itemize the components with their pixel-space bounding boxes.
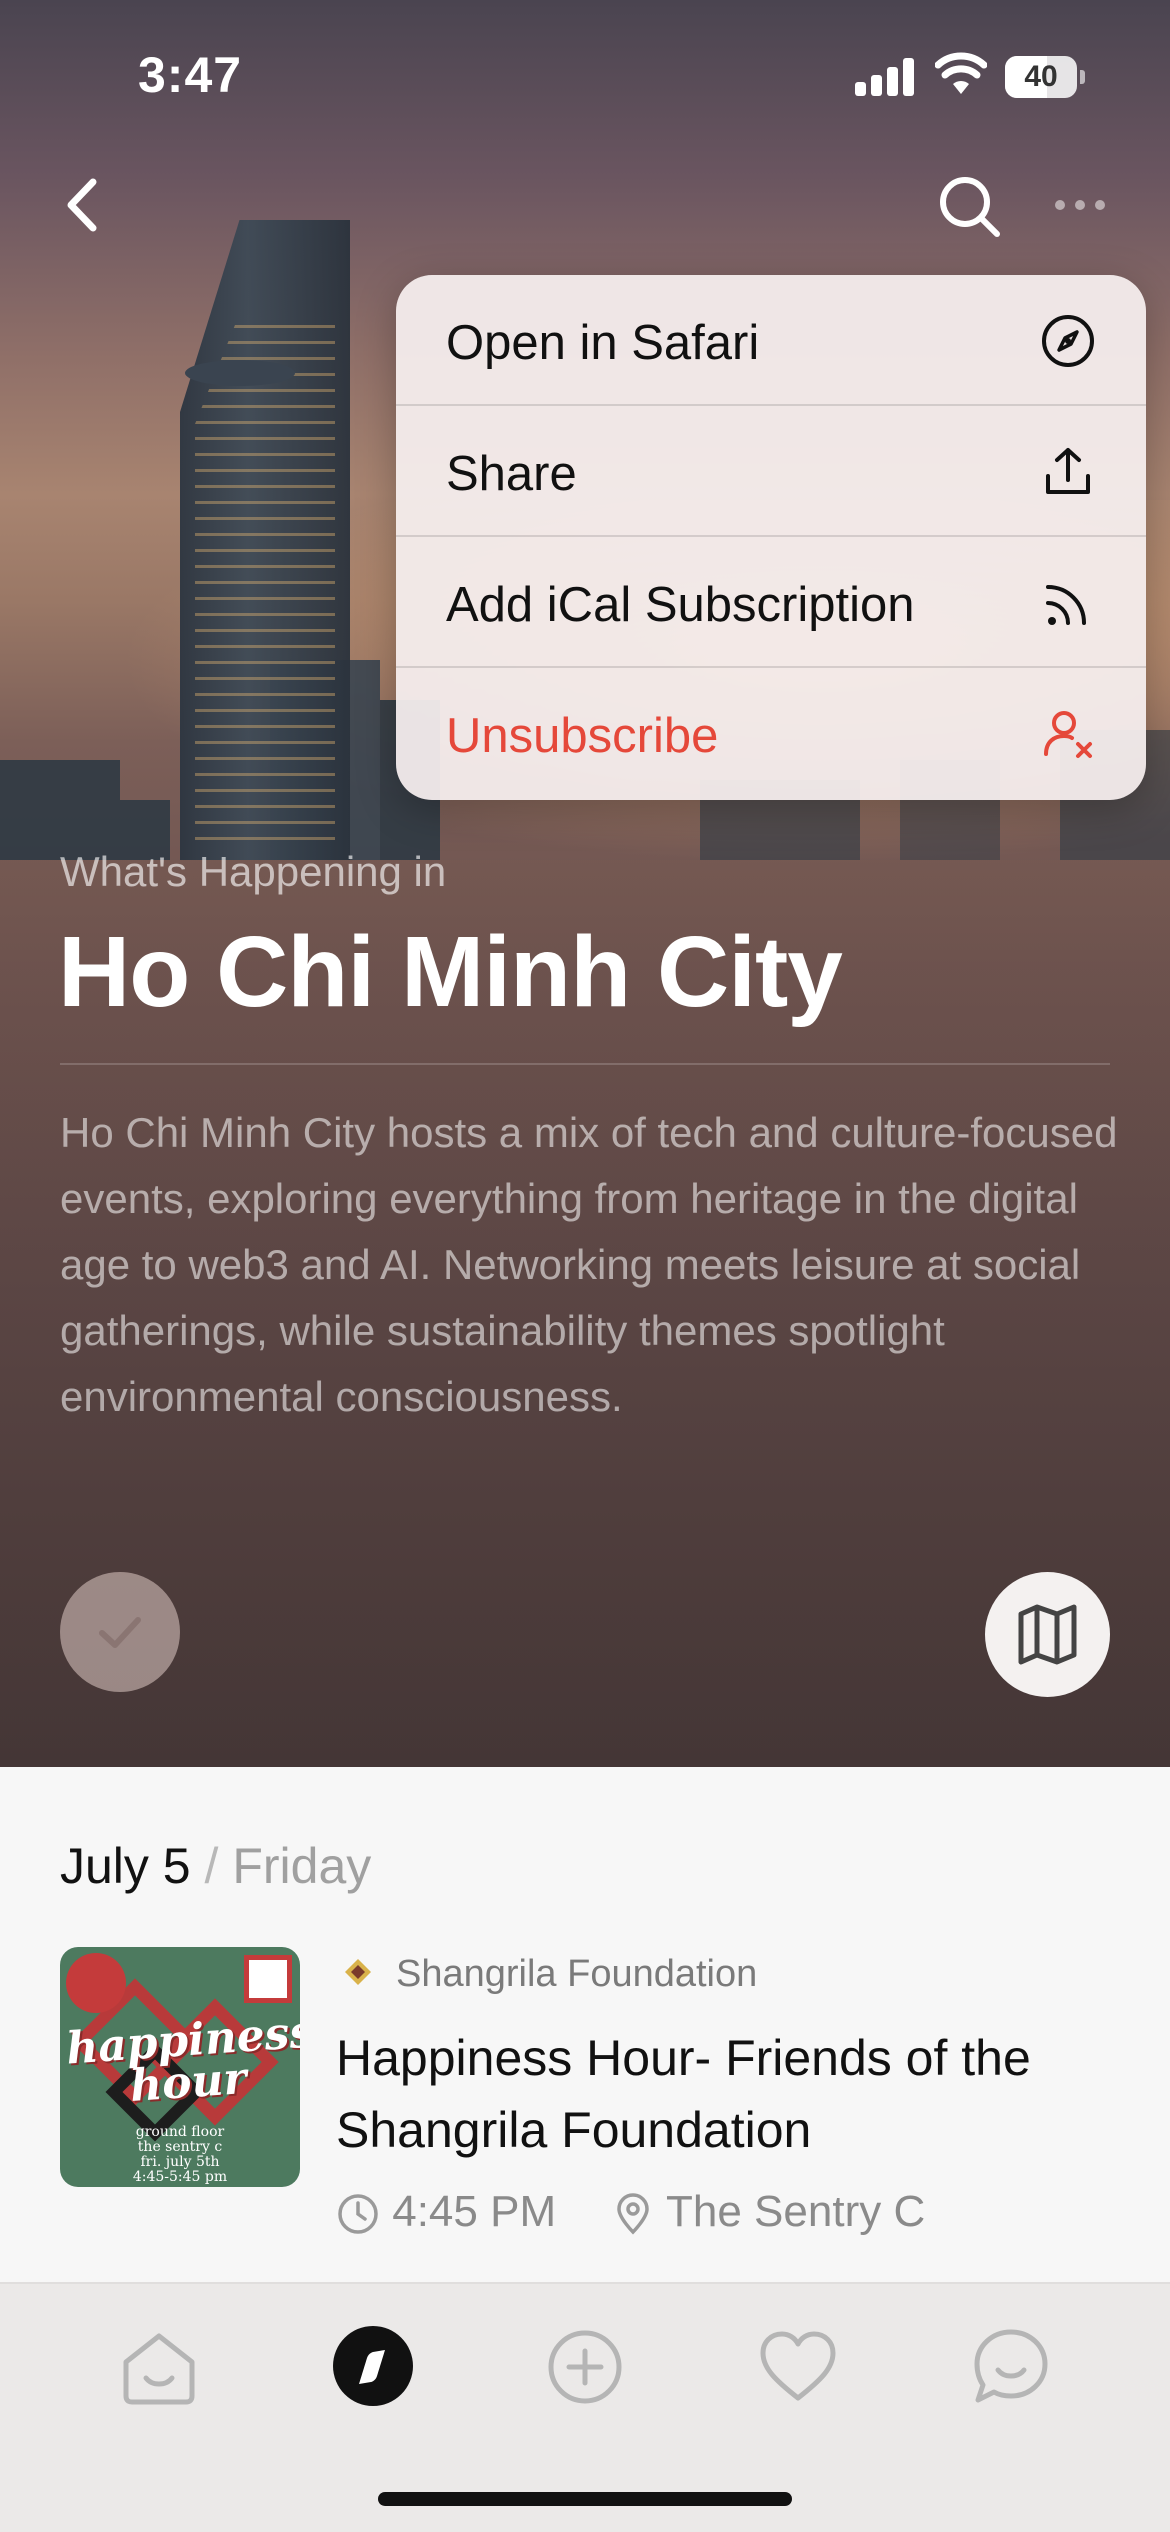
divider: [60, 1063, 1110, 1065]
battery-icon: 40: [1005, 56, 1085, 98]
page-title: Ho Chi Minh City: [58, 916, 843, 1028]
building: [0, 760, 120, 860]
helipad: [185, 360, 295, 386]
search-icon[interactable]: [935, 170, 1005, 240]
event-thumbnail: happiness hour ground floor the sentry c…: [60, 1947, 300, 2187]
city-description: Ho Chi Minh City hosts a mix of tech and…: [60, 1109, 1118, 1420]
weekday-label: Friday: [232, 1838, 372, 1894]
skyscraper-windows: [195, 320, 335, 840]
back-chevron-icon[interactable]: [55, 170, 115, 240]
menu-item-label: Unsubscribe: [446, 709, 719, 763]
date-heading: July 5 / Friday: [60, 1837, 371, 1895]
event-location: The Sentry C: [666, 2187, 926, 2236]
thumbnail-caption: 4:45-5:45 pm: [132, 2169, 228, 2185]
thumbnail-caption: ground floor: [135, 2124, 225, 2140]
event-card[interactable]: happiness hour ground floor the sentry c…: [60, 1947, 1140, 2247]
status-bar: 3:47 40: [0, 0, 1170, 150]
menu-item-add-ical-subscription[interactable]: Add iCal Subscription: [396, 537, 1146, 668]
share-icon: [1046, 448, 1090, 494]
heart-tab-icon[interactable]: [755, 2324, 841, 2410]
event-time: 4:45 PM: [392, 2187, 557, 2236]
add-tab-icon[interactable]: [542, 2324, 628, 2410]
subscribed-button[interactable]: [60, 1572, 180, 1692]
organizer-logo-icon: [345, 1959, 371, 1985]
foundation-logo-icon: [66, 1953, 126, 2013]
menu-item-share[interactable]: Share: [396, 406, 1146, 537]
home-indicator: [378, 2492, 792, 2506]
event-title: Happiness Hour- Friends of the Shangrila…: [336, 2030, 1031, 2158]
date-label: July 5: [60, 1838, 191, 1894]
compass-tab-icon: [359, 2350, 385, 2384]
map-icon: [1018, 1604, 1077, 1665]
checkmark-icon: [99, 1617, 141, 1648]
clock-icon: [338, 2194, 378, 2235]
cellular-signal-icon: [855, 58, 915, 96]
date-separator: /: [204, 1838, 219, 1894]
menu-item-label: Open in Safari: [446, 316, 760, 370]
menu-item-unsubscribe[interactable]: Unsubscribe: [396, 668, 1146, 799]
status-time: 3:47: [138, 47, 243, 103]
location-pin-icon: [616, 2193, 649, 2235]
thumbnail-word: hour: [128, 2052, 249, 2113]
map-button[interactable]: [985, 1572, 1110, 1697]
thumbnail-caption: fri. july 5th: [140, 2154, 220, 2170]
menu-item-open-in-safari[interactable]: Open in Safari: [396, 275, 1146, 406]
menu-item-label: Share: [446, 447, 577, 501]
hero-eyebrow: What's Happening in: [60, 848, 447, 895]
thumbnail-caption: the sentry c: [137, 2139, 223, 2155]
chat-tab-icon[interactable]: [968, 2324, 1054, 2410]
user-remove-icon: [1044, 711, 1092, 758]
options-menu: Open in Safari Share Add iCal Subscripti…: [396, 275, 1146, 800]
battery-level: 40: [1024, 60, 1058, 93]
events-list: July 5 / Friday happiness hour ground fl…: [0, 1767, 1170, 2282]
event-meta: 4:45 PM The Sentry C: [336, 2187, 925, 2237]
compass-icon: [1042, 315, 1094, 367]
rss-icon: [1046, 585, 1086, 625]
wifi-icon: [935, 52, 987, 94]
more-options-icon[interactable]: [1050, 190, 1110, 220]
menu-item-label: Add iCal Subscription: [446, 578, 915, 632]
organizer-name: Shangrila Foundation: [396, 1953, 758, 1995]
qr-code-icon: [244, 1955, 292, 2003]
explore-tab[interactable]: [333, 2326, 413, 2406]
home-tab-icon[interactable]: [116, 2324, 202, 2410]
